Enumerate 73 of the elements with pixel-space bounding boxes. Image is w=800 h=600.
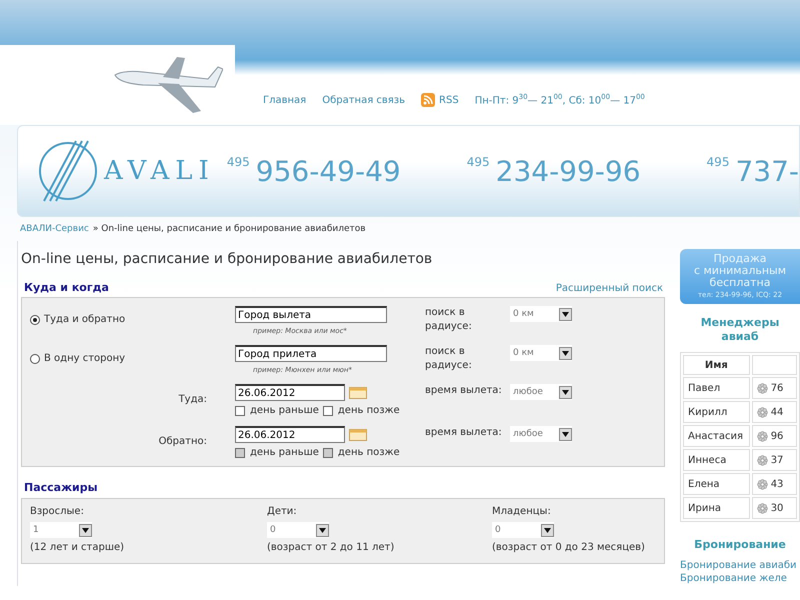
date-label: Обратно: [158,435,207,449]
flower-icon [756,478,768,490]
table-cell: Елена [683,473,750,495]
phone-code: 495 [226,154,250,168]
icq-number: 96 [770,430,784,442]
icq-number: 44 [770,406,784,418]
radio-icon[interactable] [30,354,40,364]
radio-option[interactable]: В одну сторону [30,345,126,364]
age-note: (возраст от 0 до 23 месяцев) [492,541,646,555]
table-cell: Ирина [683,497,750,519]
radio-option[interactable]: Туда и обратно [30,306,126,325]
nav-link[interactable]: Обратная связь [322,94,406,106]
flower-icon [756,502,768,514]
office-hours: Пн-Пт: 9$^{30}$— 21$^{00}$, Сб: 10$^{00}$— 17$^{00}$ [474,93,645,107]
flower-icon [756,382,768,394]
date-label: Туда: [178,393,207,407]
passenger-label: Взрослые: [30,505,85,519]
icq-number: 37 [770,454,784,466]
nav-link[interactable]: Главная [263,94,306,106]
age-note: (возраст от 2 до 11 лет) [267,541,396,555]
phone-code: 495 [706,154,730,168]
phone-number: 956-49-49 [256,154,401,188]
time-label: время вылета: [425,384,502,398]
phone-number: 737- [735,154,799,188]
rss-icon [421,93,436,107]
dropdown[interactable]: 0 км [510,345,572,361]
rss-link[interactable]: RSS [421,93,459,107]
column-header: Имя [683,355,750,375]
checkbox-option[interactable]: день позже [322,405,400,416]
booking-link[interactable]: Бронирование авиаби [680,560,797,571]
icq-number: 30 [770,502,784,514]
logo-icon [36,139,100,203]
table-cell: Анастасия [683,425,750,447]
city-field[interactable]: Город прилета [235,345,387,362]
dropdown[interactable]: 1 [30,522,92,538]
booking-heading: Бронирование [693,538,787,552]
dropdown[interactable]: 0 [492,522,554,538]
table-cell: Иннеса [683,449,750,471]
flower-icon [756,406,768,418]
checkbox[interactable] [322,406,333,416]
dropdown[interactable]: любое [510,426,572,442]
icq-number: 43 [770,478,784,490]
passenger-label: Дети: [267,505,298,519]
logo-text: AVALI [104,156,215,186]
age-note: (12 лет и старше) [30,541,126,555]
checkbox[interactable] [235,406,245,416]
date-field[interactable]: 26.06.2012 [235,384,345,401]
time-label: время вылета: [425,426,502,440]
radius-label: поиск в радиусе: [425,306,473,334]
breadcrumb-link[interactable]: АВАЛИ-Сервис [20,224,89,234]
page-title: On-line цены, расписание и бронирование авиабилетов [21,251,434,267]
phone-code: 495 [466,154,490,168]
radio-icon[interactable] [30,314,40,324]
flower-icon [756,430,768,442]
table-cell: Павел [683,377,750,399]
icq-number: 76 [770,382,784,394]
flower-icon [756,454,768,466]
advanced-search-link[interactable]: Расширенный поиск [556,283,663,294]
managers-heading: Менеджеры авиаб [700,316,780,344]
city-field[interactable]: Город вылета [235,306,387,323]
radius-label: поиск в радиусе: [425,345,473,373]
dropdown[interactable]: 0 км [510,306,572,322]
dropdown[interactable]: 0 [267,522,329,538]
date-field[interactable]: 26.06.2012 [235,426,345,443]
checkbox-option[interactable]: день раньше [235,405,319,416]
phone-number: 234-99-96 [496,154,641,188]
section-heading: Пассажиры [24,481,99,494]
breadcrumb-text: » On-line цены, расписание и бронирование авиабилетов [92,224,366,234]
booking-link[interactable]: Бронирование желе [680,573,787,584]
passenger-label: Младенцы: [492,505,552,519]
dropdown[interactable]: любое [510,384,572,400]
table-cell: Кирилл [683,401,750,423]
section-heading: Куда и когда [24,281,109,294]
